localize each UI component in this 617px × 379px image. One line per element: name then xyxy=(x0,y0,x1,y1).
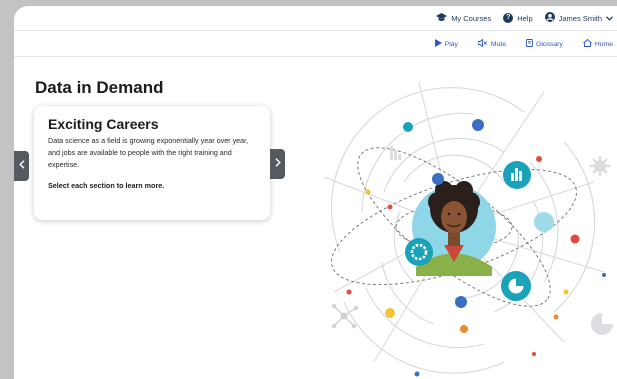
card-title: Exciting Careers xyxy=(48,116,159,132)
mute-button[interactable]: Mute xyxy=(477,38,507,49)
glossary-label: Glossary xyxy=(536,40,563,48)
help-icon: ? xyxy=(503,13,514,23)
course-nav: Play Mute Glossary Home xyxy=(14,34,617,54)
help-label: Help xyxy=(517,13,533,23)
info-card: Exciting Careers Data science as a field… xyxy=(34,106,270,220)
speaker-icon xyxy=(477,38,488,49)
help-link[interactable]: ? Help xyxy=(503,13,533,23)
mute-label: Mute xyxy=(490,40,507,48)
play-button[interactable]: Play xyxy=(434,39,458,49)
top-bar: My Courses ? Help James Smith xyxy=(14,6,617,30)
home-icon xyxy=(583,38,592,49)
my-courses-link[interactable]: My Courses xyxy=(436,12,492,24)
mortarboard-icon xyxy=(436,12,448,24)
card-body: Data science as a field is growing expon… xyxy=(48,136,249,169)
user-name: James Smith xyxy=(558,13,602,23)
home-label: Home xyxy=(594,40,613,48)
page-title: Data in Demand xyxy=(35,78,164,97)
previous-button[interactable] xyxy=(14,151,29,181)
play-icon xyxy=(434,39,442,49)
book-icon xyxy=(526,39,533,49)
chevron-down-icon xyxy=(606,14,613,23)
user-icon xyxy=(544,12,555,24)
my-courses-label: My Courses xyxy=(451,13,492,23)
play-label: Play xyxy=(444,40,458,48)
card-instruction: Select each section to learn more. xyxy=(48,181,165,190)
data-network-illustration xyxy=(323,81,613,377)
glossary-button[interactable]: Glossary xyxy=(526,39,563,49)
nav-divider xyxy=(14,56,617,57)
app-frame: My Courses ? Help James Smith Play Mute … xyxy=(14,6,617,379)
top-divider xyxy=(14,30,617,31)
chevron-right-icon xyxy=(275,158,281,170)
next-button[interactable] xyxy=(270,149,285,179)
home-button[interactable]: Home xyxy=(583,38,613,49)
user-menu[interactable]: James Smith xyxy=(544,12,613,24)
chevron-left-icon xyxy=(18,160,25,172)
